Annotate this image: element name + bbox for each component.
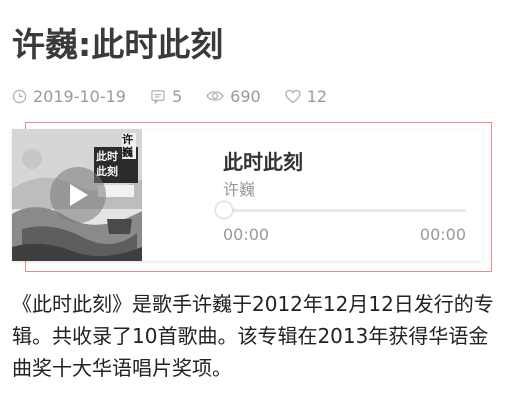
- play-icon: [70, 184, 88, 206]
- clock-icon: [12, 89, 27, 103]
- meta-date: 2019-10-19: [12, 87, 126, 106]
- meta-likes-count: 12: [306, 86, 328, 106]
- eye-icon: [206, 91, 224, 101]
- song-title: 此时此刻: [223, 150, 303, 174]
- meta-comments-count: 5: [171, 86, 183, 106]
- progress-bar[interactable]: [223, 209, 466, 212]
- total-time: 00:00: [419, 225, 466, 244]
- meta-date-text: 2019-10-19: [33, 86, 126, 106]
- cover-artist-mark: 许巍: [122, 133, 136, 159]
- song-artist: 许巍: [223, 180, 256, 199]
- article-page: 许巍:此时此刻 2019-10-19 5 690 12 此时 此刻 许巍 此时此…: [0, 0, 517, 408]
- article-meta: 2019-10-19 5 690 12: [12, 86, 351, 106]
- current-time: 00:00: [223, 225, 270, 244]
- meta-views: 690: [206, 87, 261, 106]
- comment-icon: [151, 89, 165, 104]
- article-description: 《此时此刻》是歌手许巍于2012年12月12日发行的专辑。共收录了10首歌曲。该…: [12, 292, 494, 380]
- meta-likes[interactable]: 12: [285, 87, 327, 106]
- article-title: 许巍:此时此刻: [12, 25, 224, 64]
- heart-icon: [285, 89, 301, 103]
- meta-comments[interactable]: 5: [150, 87, 182, 106]
- play-button[interactable]: [50, 167, 106, 223]
- music-player: 此时 此刻 许巍 此时此刻 许巍 00:00 00:00: [12, 129, 482, 261]
- progress-handle[interactable]: [215, 201, 233, 219]
- album-cover: 此时 此刻 许巍: [12, 129, 142, 261]
- cover-text-line2: 此刻: [96, 165, 118, 178]
- meta-views-count: 690: [230, 86, 261, 106]
